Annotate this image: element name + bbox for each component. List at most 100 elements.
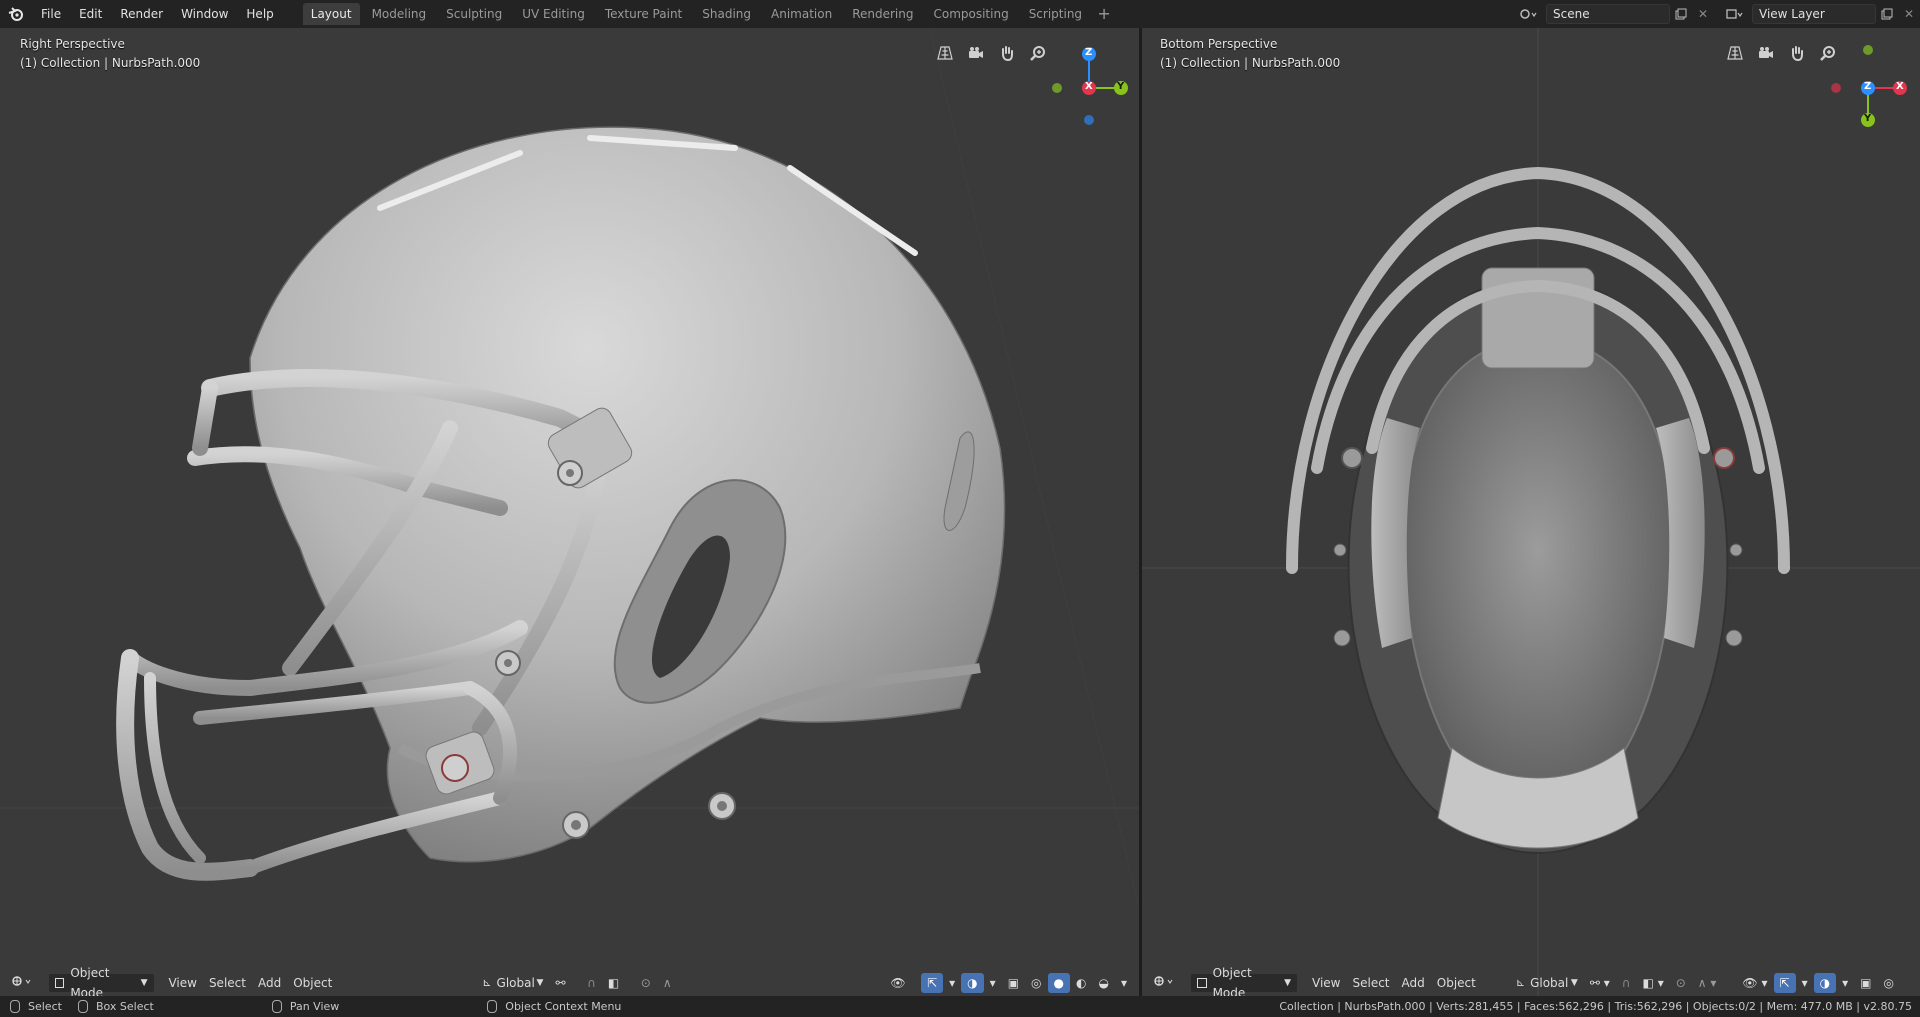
wireframe-shading-icon[interactable]: ◎ <box>1025 973 1047 993</box>
navigation-controls <box>932 40 1051 66</box>
toggle-perspective-icon[interactable] <box>1722 40 1748 66</box>
tab-texture-paint[interactable]: Texture Paint <box>597 3 690 25</box>
status-pan-view-label: Pan View <box>289 1000 340 1013</box>
axis-gizmo[interactable]: Z X Y <box>1822 38 1918 128</box>
snap-target-icon[interactable]: ◧ ▾ <box>1637 973 1670 993</box>
tab-rendering[interactable]: Rendering <box>844 3 921 25</box>
solid-shading-icon[interactable]: ● <box>1047 973 1070 993</box>
overlay-options-icon[interactable]: ▾ <box>984 973 1002 993</box>
pivot-point-icon[interactable]: ⚯ ▾ <box>549 973 581 993</box>
visibility-icon[interactable]: 👁 ▾ <box>884 973 921 993</box>
camera-view-icon[interactable] <box>1753 40 1779 66</box>
select-menu[interactable]: Select <box>203 973 252 993</box>
transform-orientation-select[interactable]: ⊾ Global ▼ <box>1510 973 1584 993</box>
falloff-icon[interactable]: ∧ ▾ <box>657 973 687 993</box>
new-view-layer-icon[interactable] <box>1876 4 1898 24</box>
overlay-toggle-icon[interactable]: ◑ <box>1813 973 1837 993</box>
snap-target-icon[interactable]: ◧ ▾ <box>602 973 635 993</box>
tab-sculpting[interactable]: Sculpting <box>438 3 510 25</box>
object-mode-icon <box>54 978 65 988</box>
tab-uv-editing[interactable]: UV Editing <box>514 3 593 25</box>
wireframe-shading-icon[interactable]: ◎ <box>1877 973 1899 993</box>
tab-modeling[interactable]: Modeling <box>364 3 435 25</box>
pivot-point-icon[interactable]: ⚯ ▾ <box>1584 973 1616 993</box>
delete-scene-icon[interactable]: ✕ <box>1692 4 1714 24</box>
orientation-icon: ⊾ <box>1515 976 1526 989</box>
mouse-drag-icon <box>77 1000 88 1013</box>
falloff-icon[interactable]: ∧ ▾ <box>1692 973 1723 993</box>
mouse-right-icon <box>487 1000 498 1013</box>
status-select-label: Select <box>28 1000 62 1013</box>
pan-hand-icon[interactable] <box>994 40 1020 66</box>
object-menu[interactable]: Object <box>287 973 338 993</box>
object-menu[interactable]: Object <box>1431 973 1482 993</box>
tab-animation[interactable]: Animation <box>763 3 840 25</box>
menu-file[interactable]: File <box>32 0 70 28</box>
scene-type-icon[interactable] <box>1514 4 1544 24</box>
xray-toggle-icon[interactable]: ▣ <box>1854 973 1877 993</box>
overlay-toggle-icon[interactable]: ◑ <box>961 973 984 993</box>
helmet-bottom-view <box>1142 28 1920 996</box>
mode-select[interactable]: Object Mode ▼ <box>47 966 155 996</box>
transform-orientation-select[interactable]: ⊾ Global ▼ <box>476 973 549 993</box>
material-shading-icon[interactable]: ◐ <box>1070 973 1092 993</box>
orientation-label: Global <box>1530 976 1569 990</box>
rendered-shading-icon[interactable]: ◒ <box>1092 973 1114 993</box>
chevron-down-icon: ▼ <box>1570 978 1578 988</box>
visibility-icon[interactable]: 👁 ▾ <box>1736 973 1773 993</box>
gizmo-toggle-icon[interactable]: ⇱ <box>1773 973 1796 993</box>
view-menu[interactable]: View <box>162 973 202 993</box>
gizmo-z-label: Z <box>1085 47 1093 58</box>
mode-label: Object Mode <box>1212 966 1252 996</box>
gizmo-y-label: Y <box>1864 113 1872 124</box>
menu-help[interactable]: Help <box>237 0 282 28</box>
pan-hand-icon[interactable] <box>1784 40 1810 66</box>
status-box-select: Box Select <box>77 1000 154 1013</box>
add-menu[interactable]: Add <box>1396 973 1431 993</box>
camera-view-icon[interactable] <box>963 40 989 66</box>
status-context-menu: Object Context Menu <box>487 1000 621 1013</box>
select-menu[interactable]: Select <box>1346 973 1395 993</box>
editor-type-icon[interactable] <box>1148 973 1182 993</box>
gizmo-x-label: X <box>1085 81 1093 92</box>
menu-render[interactable]: Render <box>111 0 172 28</box>
view-name-label: Right Perspective <box>20 37 125 51</box>
gizmo-y-label: Y <box>1117 81 1125 92</box>
add-workspace-button[interactable]: + <box>1094 3 1114 25</box>
snap-icon[interactable]: ∩ <box>1616 973 1637 993</box>
viewport-right[interactable]: Bottom Perspective (1) Collection | Nurb… <box>1142 28 1920 996</box>
proportional-edit-icon[interactable]: ⊙ <box>635 973 657 993</box>
chevron-down-icon: ▼ <box>1284 978 1291 988</box>
tab-layout[interactable]: Layout <box>302 3 360 25</box>
view-menu[interactable]: View <box>1306 973 1346 993</box>
viewport-left[interactable]: Right Perspective (1) Collection | Nurbs… <box>0 28 1139 996</box>
scene-name-field[interactable]: Scene <box>1546 4 1670 24</box>
gizmo-options-icon[interactable]: ▾ <box>943 973 961 993</box>
view-layer-name-field[interactable]: View Layer <box>1752 4 1876 24</box>
snap-icon[interactable]: ∩ <box>581 973 602 993</box>
menu-window[interactable]: Window <box>172 0 237 28</box>
add-menu[interactable]: Add <box>252 973 287 993</box>
mouse-left-icon <box>10 1000 20 1013</box>
blender-logo-icon[interactable] <box>0 0 32 28</box>
editor-type-icon[interactable] <box>6 973 40 993</box>
axis-gizmo[interactable]: Z Y X <box>1045 38 1135 128</box>
overlay-options-icon[interactable]: ▾ <box>1836 973 1854 993</box>
collection-label: (1) Collection | NurbsPath.000 <box>20 56 201 70</box>
mode-select[interactable]: Object Mode ▼ <box>1190 966 1298 996</box>
tab-scripting[interactable]: Scripting <box>1021 3 1090 25</box>
status-bar: Select Box Select Pan View Object Contex… <box>0 996 1920 1017</box>
helmet-side-view <box>0 28 1139 909</box>
toggle-perspective-icon[interactable] <box>932 40 958 66</box>
view-layer-type-icon[interactable] <box>1720 4 1750 24</box>
tab-compositing[interactable]: Compositing <box>925 3 1016 25</box>
gizmo-toggle-icon[interactable]: ⇱ <box>921 973 944 993</box>
gizmo-options-icon[interactable]: ▾ <box>1796 973 1814 993</box>
tab-shading[interactable]: Shading <box>694 3 759 25</box>
delete-view-layer-icon[interactable]: ✕ <box>1898 4 1920 24</box>
new-scene-icon[interactable] <box>1670 4 1692 24</box>
shading-options-icon[interactable]: ▾ <box>1115 973 1133 993</box>
menu-edit[interactable]: Edit <box>70 0 111 28</box>
proportional-edit-icon[interactable]: ⊙ <box>1670 973 1692 993</box>
xray-toggle-icon[interactable]: ▣ <box>1002 973 1025 993</box>
